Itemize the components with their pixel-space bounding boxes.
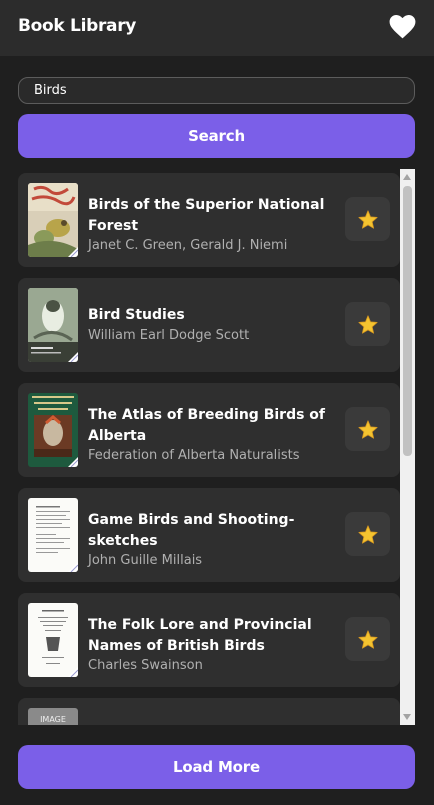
book-card[interactable]: Birds of the Superior National Forest Ja… [18, 173, 400, 267]
favorite-button[interactable] [345, 302, 390, 346]
star-icon [358, 629, 377, 649]
book-author: Charles Swainson [88, 658, 203, 673]
book-cover [28, 498, 78, 572]
book-cover [28, 288, 78, 362]
heart-icon[interactable] [389, 14, 416, 39]
favorite-button[interactable] [345, 512, 390, 556]
favorite-button[interactable] [345, 197, 390, 241]
book-title: Birds of the Superior National Forest [88, 197, 325, 234]
cover-placeholder: IMAGE [28, 708, 78, 725]
book-author: William Earl Dodge Scott [88, 328, 250, 343]
scroll-thumb[interactable] [403, 186, 412, 456]
book-card[interactable]: Bird Studies William Earl Dodge Scott [18, 278, 400, 372]
star-icon [358, 524, 377, 544]
book-author: John Guille Millais [88, 553, 203, 568]
search-input[interactable] [18, 77, 415, 104]
book-title: The Folk Lore and Provincial Names of Br… [88, 617, 312, 654]
load-more-button[interactable]: Load More [18, 745, 415, 789]
book-title: The Atlas of Breeding Birds of Alberta [88, 407, 326, 444]
star-icon [358, 209, 377, 229]
book-cover [28, 183, 78, 257]
star-icon [358, 314, 377, 334]
app-header: Book Library [0, 0, 434, 56]
book-title: Bird Studies [88, 307, 185, 323]
book-author: Janet C. Green, Gerald J. Niemi [88, 238, 288, 253]
scroll-up-arrow-icon[interactable] [403, 174, 411, 180]
book-cover [28, 393, 78, 467]
book-card[interactable]: The Atlas of Breeding Birds of Alberta F… [18, 383, 400, 477]
book-card[interactable]: IMAGE [18, 698, 400, 725]
book-list[interactable]: Birds of the Superior National Forest Ja… [18, 169, 400, 725]
book-author: Federation of Alberta Naturalists [88, 448, 300, 463]
scroll-down-arrow-icon[interactable] [403, 714, 411, 720]
book-cover [28, 603, 78, 677]
book-card[interactable]: The Folk Lore and Provincial Names of Br… [18, 593, 400, 687]
favorite-button[interactable] [345, 617, 390, 661]
book-card[interactable]: Game Birds and Shooting-sketches John Gu… [18, 488, 400, 582]
list-scrollbar[interactable] [400, 169, 415, 725]
search-button[interactable]: Search [18, 114, 415, 158]
favorite-button[interactable] [345, 407, 390, 451]
book-title: Game Birds and Shooting-sketches [88, 512, 295, 549]
star-icon [358, 419, 377, 439]
app-title: Book Library [18, 16, 137, 36]
